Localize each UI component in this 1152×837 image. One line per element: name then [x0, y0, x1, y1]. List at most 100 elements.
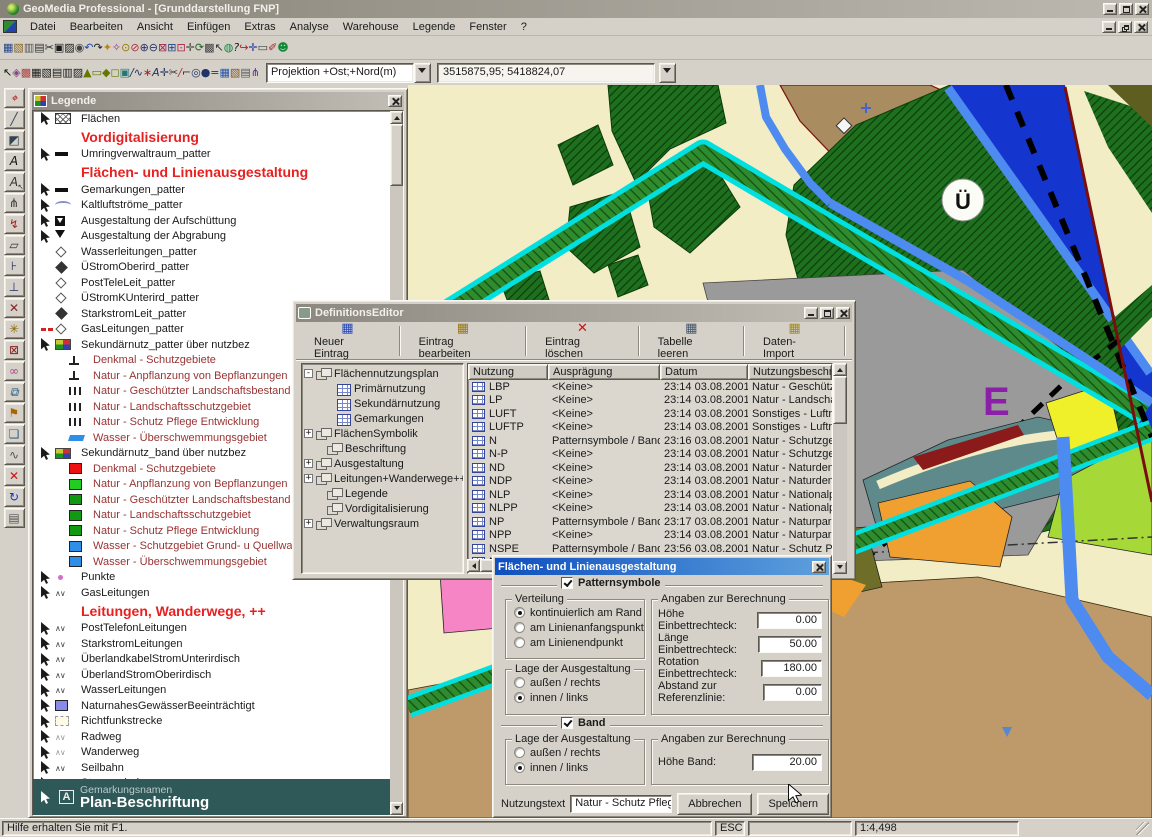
zoom-out-button[interactable]: ⊖ [149, 41, 158, 54]
legend-item[interactable]: Flächen- und Linienausgestaltung [33, 162, 390, 182]
area-snap-button[interactable]: ▧ [230, 66, 240, 79]
legend-item[interactable]: Ausgestaltung der Abgrabung [33, 229, 390, 245]
menu-item[interactable]: Fenster [462, 19, 513, 35]
legend-item[interactable]: NaturnahesGewässerBeeinträchtigt [33, 698, 390, 714]
tree-node-verwaltungsraum[interactable]: + Verwaltungsraum [304, 516, 461, 531]
table-row[interactable]: NPP <Keine> 23:14 03.08.2001 Natur - Nat… [468, 529, 832, 543]
tree-expander-icon[interactable]: + [304, 474, 313, 483]
table-row[interactable]: NLPP <Keine> 23:14 03.08.2001 Natur - Na… [468, 502, 832, 516]
radio-icon[interactable] [514, 677, 525, 688]
legend-item[interactable]: StarkstromLeitungen [33, 636, 390, 652]
break-geometry-button[interactable]: ✂ [169, 66, 178, 79]
tree-expander-icon[interactable]: + [304, 519, 313, 528]
coordinate-dropdown-icon[interactable] [659, 63, 676, 83]
radio-option[interactable]: außen / rechts [506, 745, 644, 760]
radio-icon[interactable] [514, 622, 525, 633]
menu-item[interactable]: Datei [23, 19, 63, 35]
radio-icon[interactable] [514, 747, 525, 758]
editor-minimize-button[interactable] [804, 307, 818, 319]
band-checkbox[interactable] [561, 717, 573, 729]
scroll-down-icon[interactable] [833, 561, 847, 574]
draw-circle-button[interactable]: ● [201, 66, 211, 79]
radio-icon[interactable] [514, 762, 525, 773]
table-row[interactable]: LP <Keine> 23:14 03.08.2001 Natur - Land… [468, 394, 832, 408]
highlight-off-button[interactable]: ⊘ [130, 41, 139, 54]
redraw-button[interactable]: ↻ [4, 487, 25, 507]
scrollbar-thumb[interactable] [390, 124, 403, 186]
radio-icon[interactable] [514, 637, 525, 648]
union-tables-button[interactable]: ▧ [42, 66, 52, 79]
radio-option[interactable]: am Linienendpunkt [506, 635, 644, 650]
tree-node-ausgestaltung[interactable]: + Ausgestaltung [304, 456, 461, 471]
edit-sketch-button[interactable]: ✐ [268, 41, 277, 54]
menu-item[interactable]: Extras [237, 19, 282, 35]
table-row[interactable]: NP Patternsymbole / Band 23:17 03.08.200… [468, 515, 832, 529]
legend-item[interactable]: Richtfunkstrecke [33, 714, 390, 730]
table-row[interactable]: N Patternsymbole / Band 23:16 03.08.2001… [468, 434, 832, 448]
legend-item-selected[interactable]: A Gemarkungsnamen Plan-Beschriftung [33, 779, 390, 815]
parallel-lines-button[interactable]: = [210, 66, 219, 79]
scroll-left-icon[interactable] [467, 559, 480, 572]
legend-item[interactable]: Leitungen, Wanderwege, ++ [33, 601, 390, 621]
pan-button[interactable]: ✛ [186, 41, 195, 54]
tree-node-beschriftung[interactable]: Beschriftung [304, 441, 461, 456]
close-button[interactable] [1135, 3, 1149, 15]
radio-icon[interactable] [514, 692, 525, 703]
projection-dropdown-icon[interactable] [414, 63, 431, 83]
new-geoworkspace-button[interactable]: ▦ [3, 41, 13, 54]
polygon-edit-button[interactable]: ◩ [4, 130, 25, 150]
column-header-nutzungsbeschreibung[interactable]: Nutzungsbeschrei [748, 364, 832, 380]
table-vscrollbar[interactable] [833, 363, 847, 574]
table-row[interactable]: NLP <Keine> 23:14 03.08.2001 Natur - Nat… [468, 488, 832, 502]
insert-area-feature-button[interactable]: ▲ [83, 66, 91, 79]
save-geoworkspace-button[interactable]: ▥ [24, 41, 34, 54]
column-header-nutzung[interactable]: Nutzung [468, 364, 548, 380]
rosette-tool-button[interactable]: ✳ [4, 319, 25, 339]
numeric-input[interactable]: 0.00 [763, 684, 822, 701]
label-tool-button[interactable]: A↖ [4, 172, 25, 192]
draw-donut-button[interactable]: ◎ [191, 66, 201, 79]
fillet-button[interactable]: ⌐ [182, 66, 191, 79]
child-minimize-button[interactable] [1102, 21, 1116, 33]
column-header-datum[interactable]: Datum [660, 364, 748, 380]
snapshot-button[interactable]: ◉ [75, 41, 85, 54]
numeric-input[interactable]: 180.00 [761, 660, 822, 677]
scroll-down-icon[interactable] [390, 802, 403, 815]
legend-title-bar[interactable]: Legende [32, 92, 404, 110]
functional-attributes-button[interactable]: ▨ [73, 66, 83, 79]
redo-button[interactable]: ↷ [93, 41, 102, 54]
column-header-auspraegung[interactable]: Ausprägung [548, 364, 660, 380]
place-text-button[interactable]: A [152, 66, 160, 79]
radio-option[interactable]: innen / links [506, 690, 644, 705]
minimize-button[interactable] [1103, 3, 1117, 15]
insert-point-feature-button[interactable]: ◆ [102, 66, 110, 79]
delete-vertex-button[interactable]: ✕ [4, 298, 25, 318]
fit-all-button[interactable]: ⊞ [167, 41, 176, 54]
edit-entry-button[interactable]: ▦ Eintrag bearbeiten [407, 320, 519, 361]
numeric-input[interactable]: 0.00 [757, 612, 822, 629]
menu-item[interactable]: Ansicht [130, 19, 180, 35]
paste-button[interactable]: ▨ [64, 41, 74, 54]
new-entry-button[interactable]: ▦ Neuer Eintrag [302, 320, 393, 361]
menu-item[interactable]: ? [514, 19, 534, 35]
frame-tool-button[interactable]: ▭ [258, 41, 268, 54]
relate-tool-button[interactable]: ∞ [4, 361, 25, 381]
data-import-button[interactable]: ▦ Daten-Import [751, 320, 838, 361]
print-button[interactable]: ▤ [34, 41, 44, 54]
table-row[interactable]: ND <Keine> 23:14 03.08.2001 Natur - Natu… [468, 461, 832, 475]
legend-item[interactable]: Kaltluftströme_patter [33, 198, 390, 214]
legend-item[interactable]: Radweg [33, 729, 390, 745]
legend-item[interactable]: ÜStromOberird_patter [33, 260, 390, 276]
highlight-on-button[interactable]: ⊙ [121, 41, 130, 54]
patternsymbole-checkbox[interactable] [561, 577, 573, 589]
overview-button[interactable]: ⊡ [176, 41, 185, 54]
insert-compound-feature-button[interactable]: ◻ [110, 66, 119, 79]
insert-vertex-button[interactable]: ∗ [143, 66, 152, 79]
menu-item[interactable]: Bearbeiten [63, 19, 130, 35]
legend-button[interactable]: ◈ [12, 66, 20, 79]
tree-node-vordigitalisierung[interactable]: Vordigitalisierung [304, 501, 461, 516]
legend-item[interactable]: ÜberlandStromOberirdisch [33, 667, 390, 683]
tree-node-legende[interactable]: Legende [304, 486, 461, 501]
insert-interactive-button[interactable]: ▣ [120, 66, 130, 79]
properties-button[interactable]: ▩ [204, 41, 214, 54]
